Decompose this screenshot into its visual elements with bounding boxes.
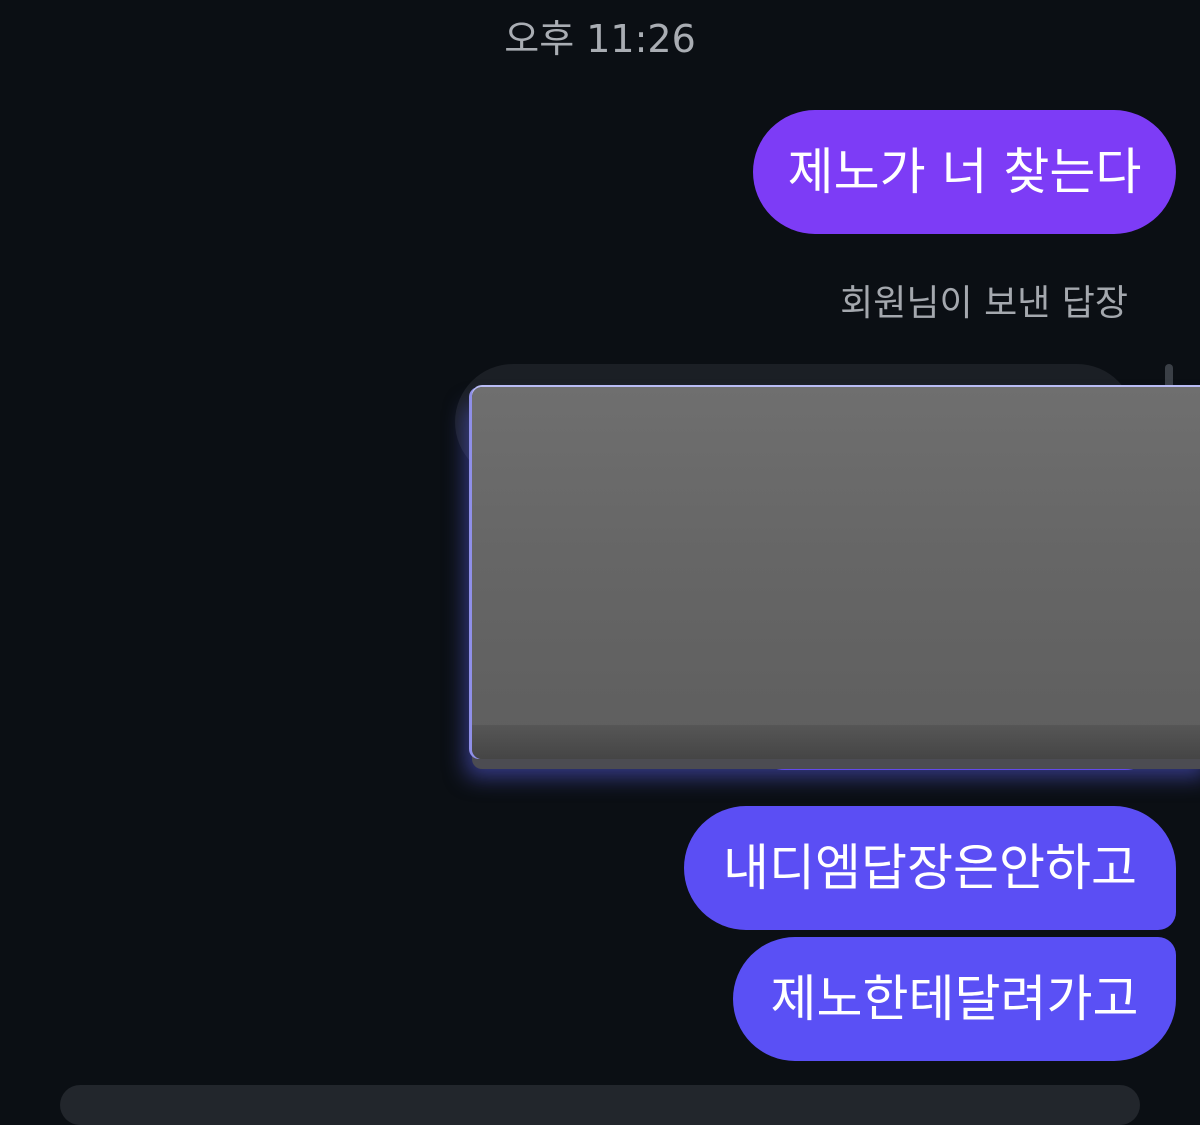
message-composer[interactable] <box>60 1085 1140 1125</box>
chat-timestamp: 오후 11:26 <box>504 17 696 61</box>
sent-message-bubble[interactable]: 제노가 너 찾는다 <box>753 110 1176 234</box>
sent-message-bubble[interactable]: 내디엠답장은안하고 <box>684 806 1176 930</box>
censor-block-overlay <box>472 387 1200 759</box>
message-text: 제노한테달려가고 <box>770 970 1139 1028</box>
message-text: 내디엠답장은안하고 <box>723 839 1137 897</box>
sent-message-bubble[interactable]: 제노한테달려가고 <box>733 937 1176 1061</box>
message-text: 제노가 너 찾는다 <box>787 143 1142 201</box>
reply-context-label: 회원님이 보낸 답장 <box>840 283 1128 324</box>
